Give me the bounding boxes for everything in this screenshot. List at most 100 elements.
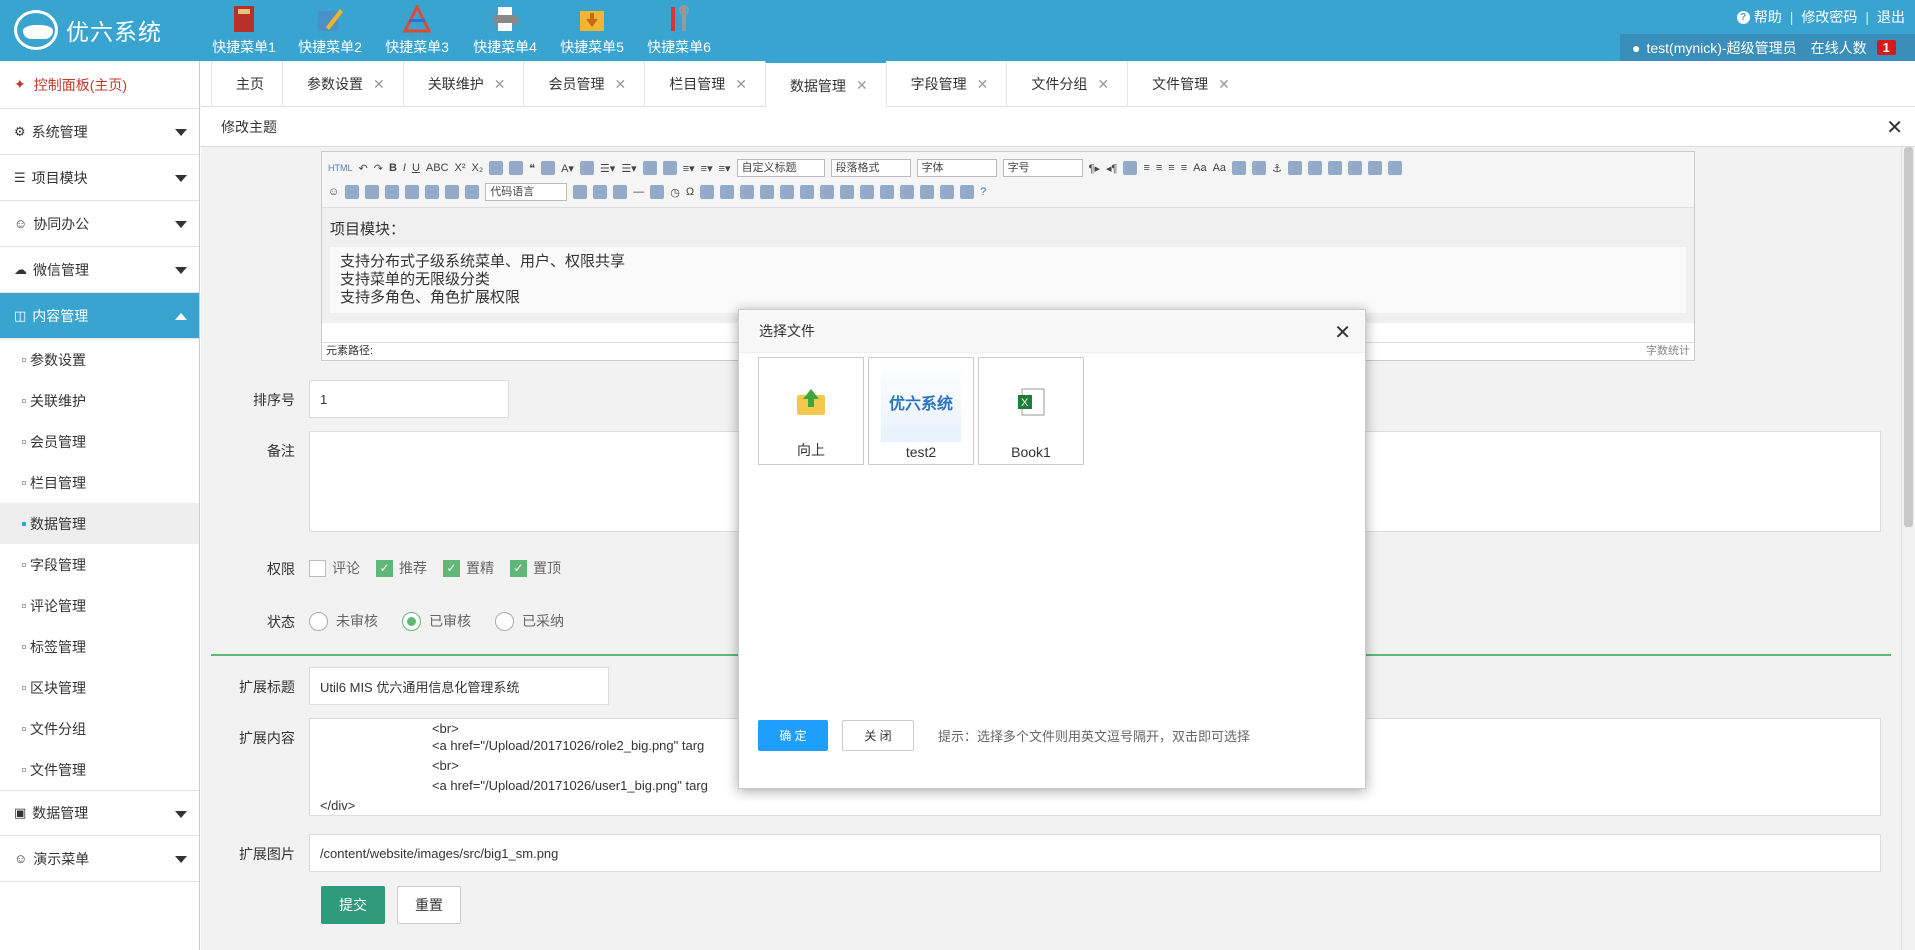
file-item-up[interactable]: 向上 bbox=[758, 357, 864, 465]
ext-title-input[interactable]: Util6 MIS 优六通用信息化管理系统 bbox=[309, 667, 609, 705]
align-right-icon[interactable]: ≡ bbox=[1168, 162, 1174, 174]
unordered-list-icon[interactable]: ☰▾ bbox=[621, 162, 636, 175]
insert-col-icon[interactable] bbox=[820, 185, 835, 199]
scrawl-icon[interactable] bbox=[345, 185, 360, 199]
close-icon[interactable]: ✕ bbox=[1334, 320, 1351, 345]
close-icon[interactable]: ✕ bbox=[977, 76, 989, 93]
clear-doc-icon[interactable] bbox=[662, 161, 677, 175]
pagebreak-icon[interactable] bbox=[573, 185, 588, 199]
tab-columns[interactable]: 栏目管理 ✕ bbox=[644, 61, 765, 107]
sidebar-item-columns[interactable]: 栏目管理 bbox=[0, 462, 199, 503]
scrollbar-thumb[interactable] bbox=[1904, 147, 1913, 527]
indent-icon[interactable] bbox=[1123, 161, 1138, 175]
gmap-icon[interactable] bbox=[445, 185, 460, 199]
drafts-icon[interactable] bbox=[960, 185, 975, 199]
file-item-book1[interactable]: X Book1 bbox=[978, 357, 1084, 465]
template-icon[interactable] bbox=[593, 185, 608, 199]
sidebar-group-data[interactable]: ▣ 数据管理 bbox=[0, 790, 199, 836]
close-icon[interactable]: ✕ bbox=[735, 76, 747, 93]
sidebar-group-office[interactable]: ☺ 协同办公 bbox=[0, 201, 199, 247]
insert-frame-icon[interactable] bbox=[465, 185, 480, 199]
editor-body[interactable]: 项目模块： 支持分布式子级系统菜单、用户、权限共享 支持菜单的无限级分类 支持多… bbox=[322, 208, 1694, 323]
perm-comment-checkbox[interactable]: 评论 bbox=[309, 549, 360, 578]
sidebar-group-system[interactable]: ⚙ 系统管理 bbox=[0, 109, 199, 155]
sidebar-group-demo[interactable]: ☺ 演示菜单 bbox=[0, 836, 199, 882]
music-icon[interactable] bbox=[385, 185, 400, 199]
bold-icon[interactable]: B bbox=[389, 162, 397, 174]
quick-menu-3[interactable]: 快捷菜单3 bbox=[377, 4, 457, 57]
tab-file-groups[interactable]: 文件分组 ✕ bbox=[1006, 61, 1127, 107]
lowercase-icon[interactable]: Aa bbox=[1213, 162, 1226, 174]
background-icon[interactable] bbox=[613, 185, 628, 199]
sidebar-item-params[interactable]: 参数设置 bbox=[0, 339, 199, 380]
reset-button[interactable]: 重置 bbox=[397, 886, 461, 924]
quick-menu-2[interactable]: 快捷菜单2 bbox=[290, 4, 370, 57]
line-height-icon[interactable]: ≡▾ bbox=[719, 162, 731, 175]
quick-menu-1[interactable]: 快捷菜单1 bbox=[204, 4, 284, 57]
close-icon[interactable]: ✕ bbox=[614, 76, 626, 93]
underline-icon[interactable]: U bbox=[412, 162, 420, 174]
close-icon[interactable]: ✕ bbox=[373, 76, 385, 93]
sidebar-item-blocks[interactable]: 区块管理 bbox=[0, 667, 199, 708]
tab-files[interactable]: 文件管理 ✕ bbox=[1127, 61, 1248, 107]
anchor-icon[interactable]: ⚓ bbox=[1272, 162, 1282, 175]
superscript-icon[interactable]: X² bbox=[455, 162, 466, 174]
delete-table-icon[interactable] bbox=[760, 185, 775, 199]
date-icon[interactable] bbox=[650, 185, 665, 199]
status-adopted-radio[interactable]: 已采纳 bbox=[495, 602, 564, 631]
delete-row-icon[interactable] bbox=[800, 185, 815, 199]
sidebar-group-project[interactable]: ☰ 项目模块 bbox=[0, 155, 199, 201]
merge-cells-icon[interactable] bbox=[860, 185, 875, 199]
checkbox[interactable] bbox=[309, 559, 326, 577]
pastetext-icon[interactable] bbox=[541, 161, 556, 175]
ltr-icon[interactable]: ¶▸ bbox=[1089, 162, 1100, 175]
tab-home[interactable]: 主页 bbox=[211, 61, 282, 107]
html-source-icon[interactable]: HTML bbox=[328, 163, 353, 173]
eraser-icon[interactable] bbox=[489, 161, 504, 175]
tab-fields[interactable]: 字段管理 ✕ bbox=[885, 61, 1007, 107]
highlight-icon[interactable] bbox=[579, 161, 594, 175]
sidebar-item-tags[interactable]: 标签管理 bbox=[0, 626, 199, 667]
status-unreviewed-radio[interactable]: 未审核 bbox=[309, 602, 378, 631]
sidebar-item-files[interactable]: 文件管理 bbox=[0, 749, 199, 790]
sidebar-group-wechat[interactable]: ☁ 微信管理 bbox=[0, 247, 199, 293]
close-icon[interactable]: ✕ bbox=[1218, 76, 1230, 93]
map-icon[interactable] bbox=[425, 185, 440, 199]
checkbox-checked[interactable]: ✓ bbox=[376, 559, 393, 577]
undo-icon[interactable]: ↶ bbox=[359, 162, 368, 175]
image-center-icon[interactable] bbox=[1347, 161, 1362, 175]
attachment-icon[interactable] bbox=[405, 185, 420, 199]
simple-upload-icon[interactable] bbox=[1367, 161, 1382, 175]
logout-link[interactable]: 退出 bbox=[1877, 7, 1905, 27]
select-all-icon[interactable] bbox=[642, 161, 657, 175]
perm-recommend-checkbox[interactable]: ✓ 推荐 bbox=[376, 549, 427, 578]
align-left-icon[interactable]: ≡ bbox=[1143, 162, 1149, 174]
tab-data[interactable]: 数据管理 ✕ bbox=[764, 61, 886, 108]
change-password-link[interactable]: 修改密码 bbox=[1801, 7, 1857, 27]
ext-image-input[interactable]: /content/website/images/src/big1_sm.png bbox=[308, 834, 1881, 872]
image-right-icon[interactable] bbox=[1327, 161, 1342, 175]
image-left-icon[interactable] bbox=[1307, 161, 1322, 175]
link-icon[interactable] bbox=[1232, 161, 1247, 175]
insert-table-icon[interactable] bbox=[740, 185, 755, 199]
preview-icon[interactable] bbox=[920, 185, 935, 199]
quote-icon[interactable]: ❝ bbox=[529, 162, 535, 175]
sidebar-item-relations[interactable]: 关联维护 bbox=[0, 380, 199, 421]
checkbox-checked[interactable]: ✓ bbox=[510, 559, 527, 577]
unlink-icon[interactable] bbox=[1252, 161, 1267, 175]
sidebar-group-content[interactable]: ◫ 内容管理 bbox=[0, 293, 199, 339]
help-link[interactable]: 帮助 bbox=[1754, 7, 1782, 27]
redo-icon[interactable]: ↷ bbox=[374, 162, 383, 175]
special-chars-icon[interactable]: Ω bbox=[686, 186, 694, 198]
quick-menu-4[interactable]: 快捷菜单4 bbox=[465, 4, 545, 57]
sidebar-item-comments[interactable]: 评论管理 bbox=[0, 585, 199, 626]
insert-image-icon[interactable] bbox=[1387, 161, 1402, 175]
subscript-icon[interactable]: X₂ bbox=[472, 162, 484, 174]
print-icon[interactable] bbox=[900, 185, 915, 199]
tab-members[interactable]: 会员管理 ✕ bbox=[523, 61, 644, 107]
confirm-button[interactable]: 确 定 bbox=[758, 720, 828, 751]
code-language-select[interactable]: 代码语言 bbox=[485, 183, 568, 201]
italic-icon[interactable]: I bbox=[403, 162, 406, 174]
wordimage-icon[interactable] bbox=[700, 185, 715, 199]
delete-col-icon[interactable] bbox=[840, 185, 855, 199]
